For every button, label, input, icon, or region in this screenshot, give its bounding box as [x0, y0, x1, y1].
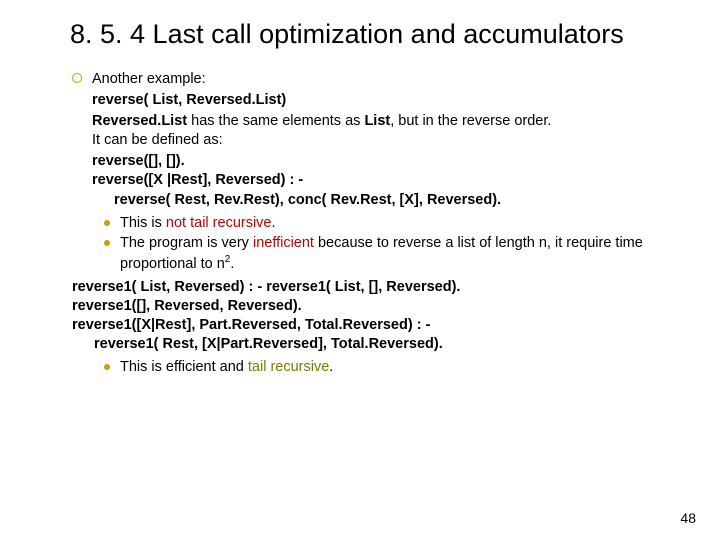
desc-line: Reversed.List has the same elements as L…	[92, 112, 660, 131]
main-content: Another example: reverse( List, Reversed…	[92, 70, 660, 382]
sub1: This is not tail recursive.	[120, 214, 276, 233]
intro-line: Another example:	[92, 70, 660, 89]
sub-list-2: This is efficient and tail recursive.	[104, 358, 660, 377]
code-block-2: reverse1( List, Reversed) : - reverse1( …	[72, 278, 660, 355]
sub-list-1: This is not tail recursive. The program …	[104, 214, 660, 274]
page-number: 48	[680, 510, 696, 526]
code-block-1: reverse([], []). reverse([X |Rest], Reve…	[92, 152, 660, 209]
term-list: List	[364, 113, 390, 129]
bullet-dot-icon	[104, 240, 110, 246]
bullet-open-icon	[72, 73, 82, 83]
bullet-dot-icon	[104, 220, 110, 226]
slide-title: 8. 5. 4 Last call optimization and accum…	[70, 18, 660, 52]
signature-line: reverse( List, Reversed.List)	[92, 91, 660, 110]
sub3: This is efficient and tail recursive.	[120, 358, 333, 377]
bullet-dot-icon	[104, 364, 110, 370]
defined-line: It can be defined as:	[92, 131, 660, 150]
sub2: The program is very inefficient because …	[120, 234, 660, 274]
term-reversed: Reversed.List	[92, 113, 187, 129]
